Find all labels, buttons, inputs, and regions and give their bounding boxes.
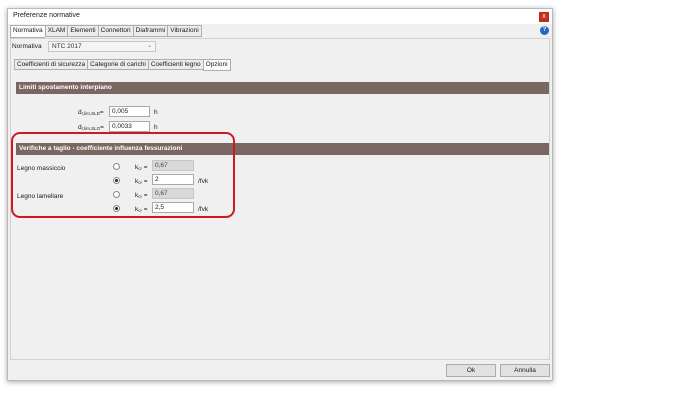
title-bar: Preferenze normative x xyxy=(8,9,552,24)
close-icon: x xyxy=(542,13,546,20)
window-title: Preferenze normative xyxy=(13,12,80,19)
tab-elementi[interactable]: Elementi xyxy=(67,25,98,37)
help-icon[interactable]: ? xyxy=(540,26,549,35)
slo-label: dr,lim,SLO= xyxy=(78,124,104,131)
options-tab-strip: Coefficienti di sicurezza Categorie di c… xyxy=(14,59,231,71)
chevron-down-icon: ⌄ xyxy=(146,43,152,49)
normativa-selected-value: NTC 2017 xyxy=(52,43,82,50)
normativa-select[interactable]: NTC 2017 ⌄ xyxy=(48,41,156,52)
limiti-section-header: Limiti spostamento interpiano xyxy=(16,82,549,94)
tab-connettori[interactable]: Connettori xyxy=(97,25,133,37)
main-tab-strip: Normativa XLAM Elementi Connettori Diafr… xyxy=(10,25,202,38)
sld-input[interactable]: 0,005 xyxy=(109,106,150,117)
cancel-button[interactable]: Annulla xyxy=(500,364,550,377)
slo-input[interactable]: 0,0033 xyxy=(109,121,150,132)
ok-button[interactable]: Ok xyxy=(446,364,496,377)
tab-normativa[interactable]: Normativa xyxy=(10,25,45,38)
tab-categorie-carichi[interactable]: Categorie di carichi xyxy=(87,59,148,70)
tab-diaframmi[interactable]: Diaframmi xyxy=(132,25,168,37)
tab-coefficienti-legno[interactable]: Coefficienti legno xyxy=(147,59,203,70)
tab-opzioni[interactable]: Opzioni xyxy=(202,59,231,71)
tab-vibrazioni[interactable]: Vibrazioni xyxy=(167,25,202,37)
normativa-label: Normativa xyxy=(12,43,42,50)
sld-unit: h xyxy=(154,109,158,116)
tab-xlam[interactable]: XLAM xyxy=(44,25,68,37)
slo-unit: h xyxy=(154,124,158,131)
tab-coefficienti-sicurezza[interactable]: Coefficienti di sicurezza xyxy=(14,59,88,70)
highlight-annotation xyxy=(11,132,235,218)
close-button[interactable]: x xyxy=(539,12,549,22)
sld-label: dr,lim,SLD= xyxy=(78,109,104,116)
